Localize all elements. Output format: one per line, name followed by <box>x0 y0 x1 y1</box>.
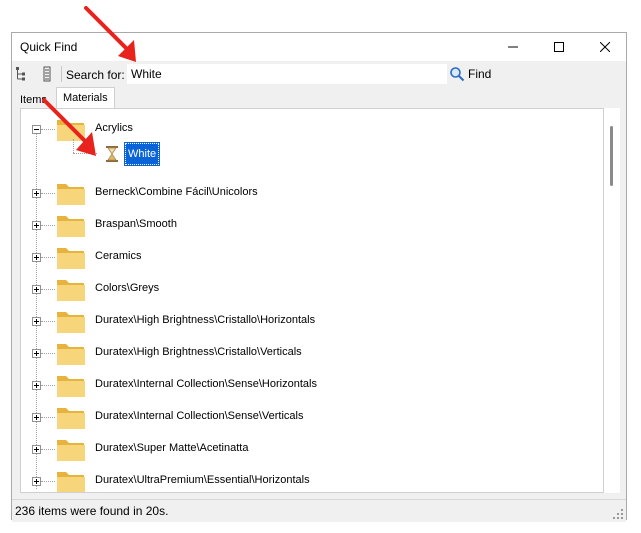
maximize-icon <box>554 42 564 52</box>
folder-icon <box>57 408 85 429</box>
folder-icon <box>57 376 85 397</box>
find-label: Find <box>468 67 492 81</box>
tree-node-label: Duratex\UltraPremium\Essential\Horizonta… <box>95 474 310 486</box>
folder-icon <box>57 440 85 461</box>
tree-node-label: Braspan\Smooth <box>95 218 177 230</box>
list-view-icon[interactable] <box>40 66 54 82</box>
tree-node[interactable]: Braspan\Smooth <box>21 209 603 241</box>
folder-icon <box>57 344 85 365</box>
tree-node-label: Colors\Greys <box>95 282 160 294</box>
tree-connector <box>41 481 55 482</box>
tree-connector <box>41 449 55 450</box>
close-icon <box>600 42 610 52</box>
tree-node[interactable]: Ceramics <box>21 241 603 273</box>
folder-icon <box>57 184 85 205</box>
tree-node[interactable]: Duratex\Internal Collection\Sense\Horizo… <box>21 369 603 401</box>
expand-toggle[interactable] <box>32 445 41 454</box>
status-text: 236 items were found in 20s. <box>15 504 169 518</box>
magnifier-icon <box>450 67 465 82</box>
expand-toggle[interactable] <box>32 189 41 198</box>
maximize-button[interactable] <box>536 33 582 61</box>
resize-grip-icon[interactable] <box>612 508 624 520</box>
tree-connector <box>41 225 55 226</box>
tree-node[interactable]: Duratex\Internal Collection\Sense\Vertic… <box>21 401 603 433</box>
tree-view-icon[interactable] <box>15 66 29 82</box>
tree-node[interactable]: Duratex\UltraPremium\Essential\Horizonta… <box>21 465 603 492</box>
tree-node[interactable]: Duratex\Super Matte\Acetinatta <box>21 433 603 465</box>
expand-toggle[interactable] <box>32 381 41 390</box>
annotation-arrow-icon <box>84 6 136 62</box>
window-title: Quick Find <box>20 40 78 54</box>
expand-toggle[interactable] <box>32 413 41 422</box>
tree-connector <box>41 417 55 418</box>
search-input[interactable] <box>127 64 447 84</box>
folder-icon <box>57 472 85 492</box>
tree-node-label: Ceramics <box>95 250 142 262</box>
expand-toggle[interactable] <box>32 349 41 358</box>
status-bar: 236 items were found in 20s. <box>12 499 626 522</box>
vertical-scrollbar[interactable] <box>604 108 620 493</box>
tree-node-label: Duratex\Super Matte\Acetinatta <box>95 442 249 454</box>
tree-connector <box>41 289 55 290</box>
tree-node-selected[interactable]: White <box>123 142 161 166</box>
annotation-arrow-icon <box>42 98 96 156</box>
tree-node-label: Duratex\Internal Collection\Sense\Horizo… <box>95 378 317 390</box>
tree-connector <box>41 257 55 258</box>
expand-toggle[interactable] <box>32 477 41 486</box>
expand-toggle[interactable] <box>32 221 41 230</box>
tree-node[interactable]: Colors\Greys <box>21 273 603 305</box>
minimize-button[interactable] <box>490 33 536 61</box>
find-button[interactable]: Find <box>449 64 491 84</box>
minimize-icon <box>508 46 518 48</box>
expand-toggle[interactable] <box>32 285 41 294</box>
tree-node[interactable]: Duratex\High Brightness\Cristallo\Vertic… <box>21 337 603 369</box>
close-button[interactable] <box>582 33 628 61</box>
tree-node-label: Berneck\Combine Fácil\Unicolors <box>95 186 258 198</box>
tree-connector <box>41 321 55 322</box>
tree-node-label: Duratex\High Brightness\Cristallo\Horizo… <box>95 314 316 326</box>
folder-icon <box>57 248 85 269</box>
expand-toggle[interactable] <box>32 317 41 326</box>
tree-node[interactable]: Berneck\Combine Fácil\Unicolors <box>21 177 603 209</box>
folder-icon <box>57 312 85 333</box>
tree-node[interactable]: Duratex\High Brightness\Cristallo\Horizo… <box>21 305 603 337</box>
folder-icon <box>57 216 85 237</box>
tree-node-label: Duratex\Internal Collection\Sense\Vertic… <box>95 410 304 422</box>
scrollbar-thumb[interactable] <box>610 126 613 186</box>
tree-connector <box>41 193 55 194</box>
tree-connector <box>41 385 55 386</box>
folder-icon <box>57 280 85 301</box>
tree-node-label: Duratex\High Brightness\Cristallo\Vertic… <box>95 346 302 358</box>
expand-toggle[interactable] <box>32 253 41 262</box>
toolbar-separator <box>61 66 62 82</box>
tree-connector <box>41 353 55 354</box>
